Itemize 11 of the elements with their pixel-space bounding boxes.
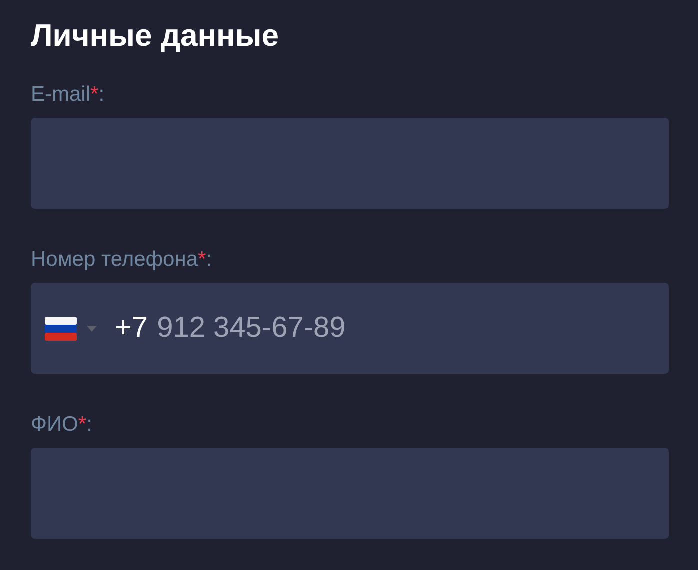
input-field[interactable] (31, 448, 669, 539)
phone-field[interactable]: +7 912 345-67-89 (31, 283, 669, 374)
field-label: Номер телефона*: (31, 247, 214, 273)
phone-number-input[interactable]: 912 345-67-89 (157, 312, 653, 345)
caret-icon[interactable] (87, 326, 97, 332)
country-code: +7 (115, 312, 148, 345)
field-label: E-mail*: (31, 82, 106, 108)
section-title: Личные данные (31, 17, 280, 55)
field-label: ФИО*: (31, 412, 94, 438)
flag-icon[interactable] (45, 316, 77, 340)
input-field[interactable] (31, 118, 669, 209)
